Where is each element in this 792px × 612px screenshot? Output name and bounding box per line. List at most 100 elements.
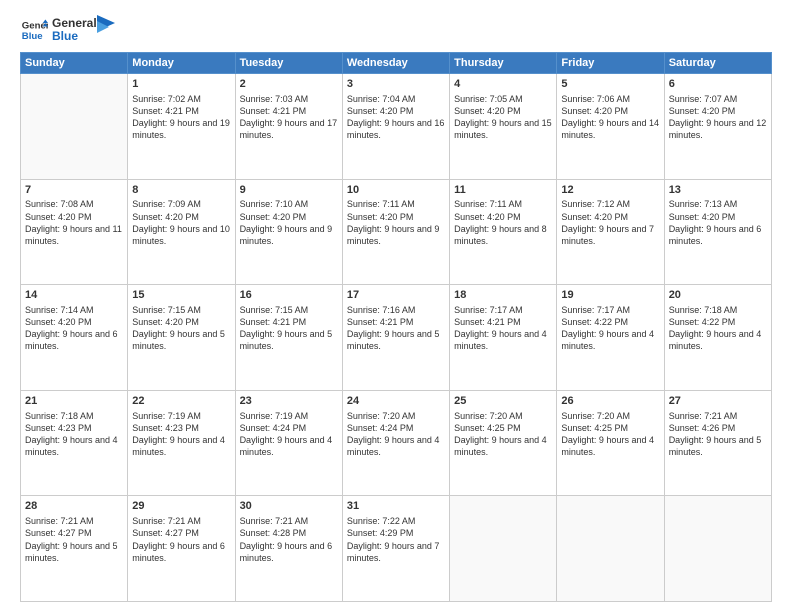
day-info: Sunrise: 7:17 AMSunset: 4:22 PMDaylight:… bbox=[561, 304, 659, 353]
day-info: Sunrise: 7:11 AMSunset: 4:20 PMDaylight:… bbox=[347, 198, 445, 247]
day-number: 19 bbox=[561, 288, 659, 303]
calendar-cell: 7Sunrise: 7:08 AMSunset: 4:20 PMDaylight… bbox=[21, 179, 128, 285]
day-info: Sunrise: 7:18 AMSunset: 4:23 PMDaylight:… bbox=[25, 410, 123, 459]
day-info: Sunrise: 7:08 AMSunset: 4:20 PMDaylight:… bbox=[25, 198, 123, 247]
day-info: Sunrise: 7:15 AMSunset: 4:20 PMDaylight:… bbox=[132, 304, 230, 353]
day-header-sunday: Sunday bbox=[21, 53, 128, 74]
calendar-cell: 24Sunrise: 7:20 AMSunset: 4:24 PMDayligh… bbox=[342, 390, 449, 496]
day-info: Sunrise: 7:03 AMSunset: 4:21 PMDaylight:… bbox=[240, 93, 338, 142]
day-number: 21 bbox=[25, 394, 123, 409]
calendar-cell: 11Sunrise: 7:11 AMSunset: 4:20 PMDayligh… bbox=[450, 179, 557, 285]
day-info: Sunrise: 7:19 AMSunset: 4:24 PMDaylight:… bbox=[240, 410, 338, 459]
day-info: Sunrise: 7:21 AMSunset: 4:27 PMDaylight:… bbox=[132, 515, 230, 564]
day-number: 15 bbox=[132, 288, 230, 303]
calendar-cell: 13Sunrise: 7:13 AMSunset: 4:20 PMDayligh… bbox=[664, 179, 771, 285]
day-number: 8 bbox=[132, 183, 230, 198]
day-number: 23 bbox=[240, 394, 338, 409]
day-number: 12 bbox=[561, 183, 659, 198]
calendar-header-row: SundayMondayTuesdayWednesdayThursdayFrid… bbox=[21, 53, 772, 74]
day-number: 2 bbox=[240, 77, 338, 92]
day-number: 31 bbox=[347, 499, 445, 514]
calendar-cell: 23Sunrise: 7:19 AMSunset: 4:24 PMDayligh… bbox=[235, 390, 342, 496]
calendar-cell: 25Sunrise: 7:20 AMSunset: 4:25 PMDayligh… bbox=[450, 390, 557, 496]
day-info: Sunrise: 7:21 AMSunset: 4:26 PMDaylight:… bbox=[669, 410, 767, 459]
calendar-cell: 21Sunrise: 7:18 AMSunset: 4:23 PMDayligh… bbox=[21, 390, 128, 496]
day-number: 24 bbox=[347, 394, 445, 409]
day-info: Sunrise: 7:21 AMSunset: 4:28 PMDaylight:… bbox=[240, 515, 338, 564]
day-info: Sunrise: 7:09 AMSunset: 4:20 PMDaylight:… bbox=[132, 198, 230, 247]
logo-text-blue: Blue bbox=[52, 30, 97, 43]
day-info: Sunrise: 7:14 AMSunset: 4:20 PMDaylight:… bbox=[25, 304, 123, 353]
calendar-cell: 8Sunrise: 7:09 AMSunset: 4:20 PMDaylight… bbox=[128, 179, 235, 285]
calendar-cell bbox=[557, 496, 664, 602]
day-header-saturday: Saturday bbox=[664, 53, 771, 74]
calendar-cell: 10Sunrise: 7:11 AMSunset: 4:20 PMDayligh… bbox=[342, 179, 449, 285]
day-info: Sunrise: 7:22 AMSunset: 4:29 PMDaylight:… bbox=[347, 515, 445, 564]
svg-text:Blue: Blue bbox=[22, 31, 43, 42]
calendar-cell: 15Sunrise: 7:15 AMSunset: 4:20 PMDayligh… bbox=[128, 285, 235, 391]
calendar-cell: 1Sunrise: 7:02 AMSunset: 4:21 PMDaylight… bbox=[128, 74, 235, 180]
calendar-table: SundayMondayTuesdayWednesdayThursdayFrid… bbox=[20, 52, 772, 602]
calendar-cell bbox=[21, 74, 128, 180]
day-number: 4 bbox=[454, 77, 552, 92]
calendar-week-3: 14Sunrise: 7:14 AMSunset: 4:20 PMDayligh… bbox=[21, 285, 772, 391]
calendar-cell: 27Sunrise: 7:21 AMSunset: 4:26 PMDayligh… bbox=[664, 390, 771, 496]
day-info: Sunrise: 7:19 AMSunset: 4:23 PMDaylight:… bbox=[132, 410, 230, 459]
calendar-cell: 29Sunrise: 7:21 AMSunset: 4:27 PMDayligh… bbox=[128, 496, 235, 602]
calendar-cell: 31Sunrise: 7:22 AMSunset: 4:29 PMDayligh… bbox=[342, 496, 449, 602]
calendar-cell: 22Sunrise: 7:19 AMSunset: 4:23 PMDayligh… bbox=[128, 390, 235, 496]
day-header-tuesday: Tuesday bbox=[235, 53, 342, 74]
day-info: Sunrise: 7:21 AMSunset: 4:27 PMDaylight:… bbox=[25, 515, 123, 564]
day-number: 28 bbox=[25, 499, 123, 514]
logo-arrow-icon bbox=[97, 15, 115, 37]
calendar-cell: 30Sunrise: 7:21 AMSunset: 4:28 PMDayligh… bbox=[235, 496, 342, 602]
day-number: 30 bbox=[240, 499, 338, 514]
day-info: Sunrise: 7:07 AMSunset: 4:20 PMDaylight:… bbox=[669, 93, 767, 142]
day-info: Sunrise: 7:02 AMSunset: 4:21 PMDaylight:… bbox=[132, 93, 230, 142]
logo-icon: General Blue bbox=[20, 16, 48, 44]
day-number: 11 bbox=[454, 183, 552, 198]
day-info: Sunrise: 7:10 AMSunset: 4:20 PMDaylight:… bbox=[240, 198, 338, 247]
day-number: 7 bbox=[25, 183, 123, 198]
day-number: 20 bbox=[669, 288, 767, 303]
calendar-cell: 5Sunrise: 7:06 AMSunset: 4:20 PMDaylight… bbox=[557, 74, 664, 180]
calendar-cell: 3Sunrise: 7:04 AMSunset: 4:20 PMDaylight… bbox=[342, 74, 449, 180]
calendar-cell: 14Sunrise: 7:14 AMSunset: 4:20 PMDayligh… bbox=[21, 285, 128, 391]
page: General Blue General Blue SundayMondayTu… bbox=[0, 0, 792, 612]
day-info: Sunrise: 7:04 AMSunset: 4:20 PMDaylight:… bbox=[347, 93, 445, 142]
calendar-cell: 16Sunrise: 7:15 AMSunset: 4:21 PMDayligh… bbox=[235, 285, 342, 391]
day-info: Sunrise: 7:13 AMSunset: 4:20 PMDaylight:… bbox=[669, 198, 767, 247]
day-number: 10 bbox=[347, 183, 445, 198]
calendar-cell: 12Sunrise: 7:12 AMSunset: 4:20 PMDayligh… bbox=[557, 179, 664, 285]
day-number: 5 bbox=[561, 77, 659, 92]
day-header-friday: Friday bbox=[557, 53, 664, 74]
day-info: Sunrise: 7:20 AMSunset: 4:25 PMDaylight:… bbox=[454, 410, 552, 459]
day-number: 22 bbox=[132, 394, 230, 409]
day-header-thursday: Thursday bbox=[450, 53, 557, 74]
day-number: 27 bbox=[669, 394, 767, 409]
day-number: 17 bbox=[347, 288, 445, 303]
calendar-cell: 28Sunrise: 7:21 AMSunset: 4:27 PMDayligh… bbox=[21, 496, 128, 602]
day-info: Sunrise: 7:05 AMSunset: 4:20 PMDaylight:… bbox=[454, 93, 552, 142]
calendar-cell bbox=[450, 496, 557, 602]
day-info: Sunrise: 7:15 AMSunset: 4:21 PMDaylight:… bbox=[240, 304, 338, 353]
calendar-cell: 17Sunrise: 7:16 AMSunset: 4:21 PMDayligh… bbox=[342, 285, 449, 391]
calendar-cell: 6Sunrise: 7:07 AMSunset: 4:20 PMDaylight… bbox=[664, 74, 771, 180]
calendar-cell bbox=[664, 496, 771, 602]
calendar-week-2: 7Sunrise: 7:08 AMSunset: 4:20 PMDaylight… bbox=[21, 179, 772, 285]
calendar-cell: 26Sunrise: 7:20 AMSunset: 4:25 PMDayligh… bbox=[557, 390, 664, 496]
day-number: 18 bbox=[454, 288, 552, 303]
day-info: Sunrise: 7:12 AMSunset: 4:20 PMDaylight:… bbox=[561, 198, 659, 247]
calendar-cell: 19Sunrise: 7:17 AMSunset: 4:22 PMDayligh… bbox=[557, 285, 664, 391]
day-info: Sunrise: 7:11 AMSunset: 4:20 PMDaylight:… bbox=[454, 198, 552, 247]
day-info: Sunrise: 7:17 AMSunset: 4:21 PMDaylight:… bbox=[454, 304, 552, 353]
day-info: Sunrise: 7:16 AMSunset: 4:21 PMDaylight:… bbox=[347, 304, 445, 353]
day-number: 1 bbox=[132, 77, 230, 92]
day-info: Sunrise: 7:20 AMSunset: 4:24 PMDaylight:… bbox=[347, 410, 445, 459]
header: General Blue General Blue bbox=[20, 16, 772, 44]
calendar-cell: 2Sunrise: 7:03 AMSunset: 4:21 PMDaylight… bbox=[235, 74, 342, 180]
day-number: 6 bbox=[669, 77, 767, 92]
day-number: 9 bbox=[240, 183, 338, 198]
calendar-week-5: 28Sunrise: 7:21 AMSunset: 4:27 PMDayligh… bbox=[21, 496, 772, 602]
day-number: 3 bbox=[347, 77, 445, 92]
